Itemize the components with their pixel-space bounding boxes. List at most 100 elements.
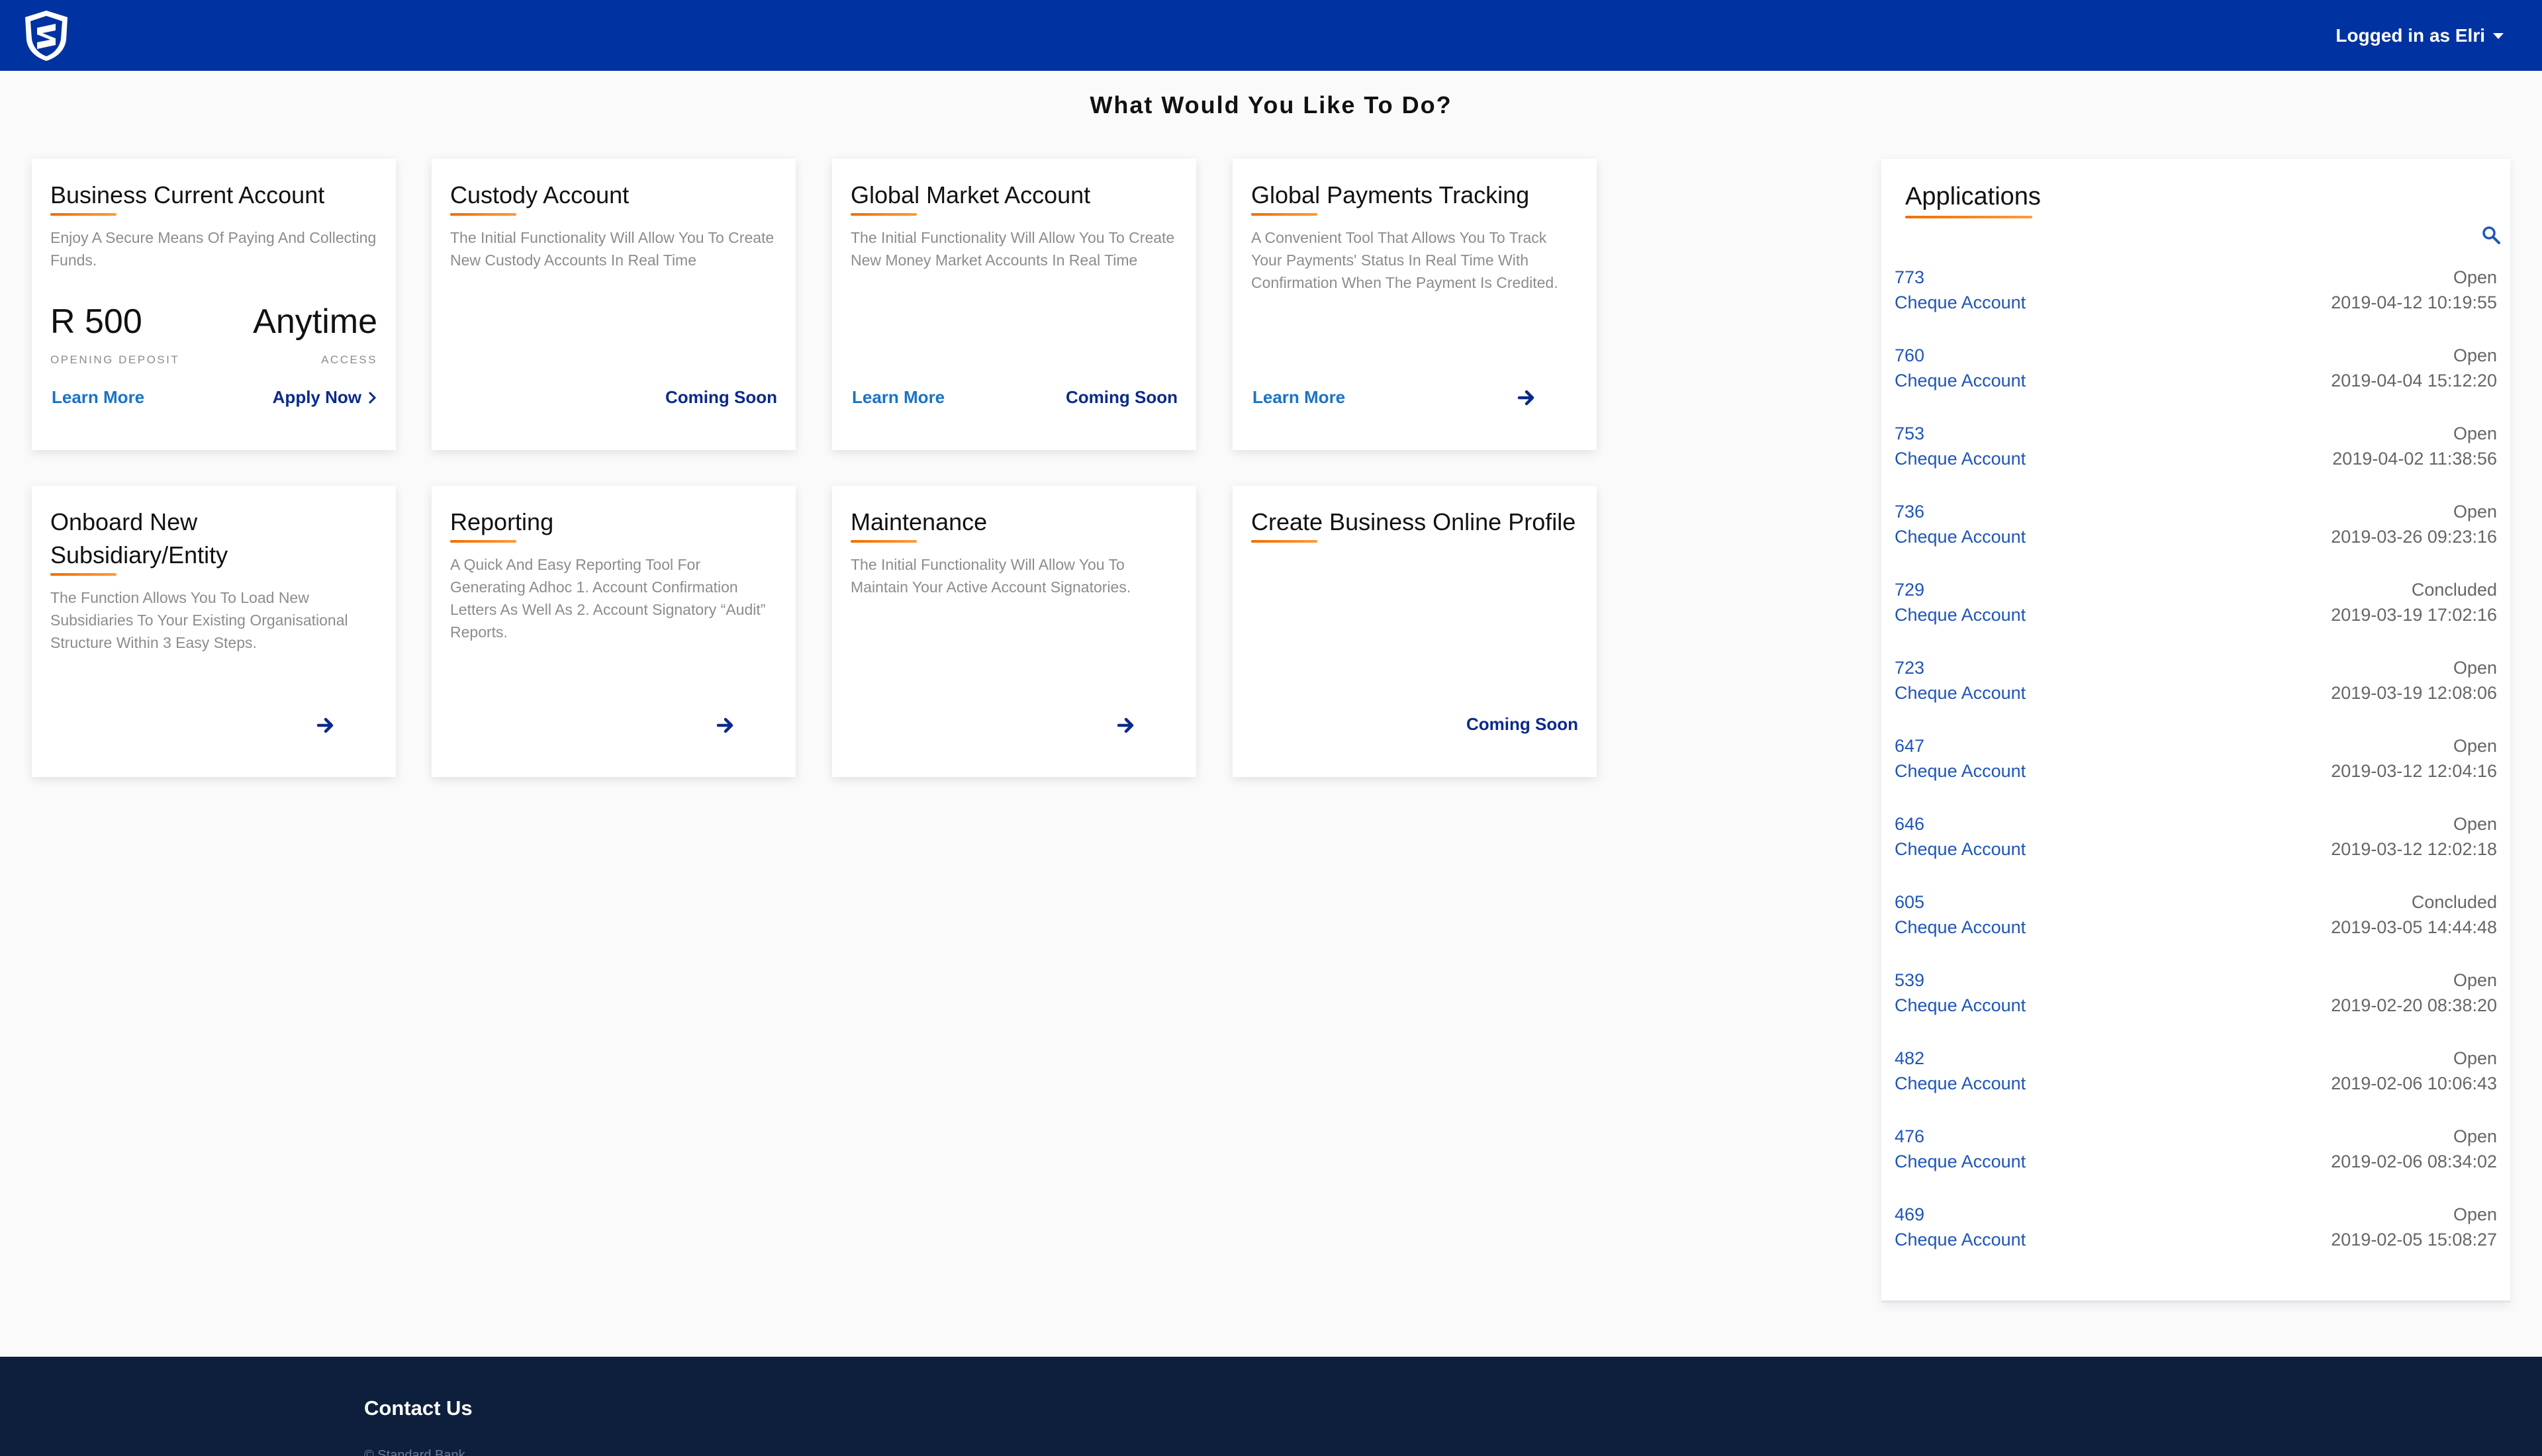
arrow-right-icon[interactable] bbox=[1117, 716, 1135, 735]
application-status: Open bbox=[2453, 1205, 2497, 1224]
arrow-right-icon[interactable] bbox=[1517, 388, 1536, 407]
application-left: 736 Cheque Account bbox=[1895, 499, 2026, 577]
application-left: 646 Cheque Account bbox=[1895, 811, 2026, 889]
application-row[interactable]: 605 Cheque Account Concluded 2019-03-05 14:… bbox=[1895, 889, 2497, 968]
application-date: 2019-03-05 14:44:48 bbox=[2331, 917, 2497, 937]
application-right: Open 2019-02-06 10:06:43 bbox=[2331, 1046, 2497, 1124]
learn-more-link[interactable]: Learn More bbox=[1252, 387, 1345, 408]
application-id[interactable]: 482 bbox=[1895, 1046, 2026, 1071]
application-id[interactable]: 605 bbox=[1895, 889, 2026, 915]
coming-soon-label[interactable]: Coming Soon bbox=[1466, 714, 1578, 735]
application-row[interactable]: 753 Cheque Account Open 2019-04-02 11:38:56 bbox=[1895, 421, 2497, 499]
title-underline bbox=[1905, 216, 2032, 218]
arrow-right-icon[interactable] bbox=[316, 716, 335, 735]
application-row[interactable]: 539 Cheque Account Open 2019-02-20 08:38:20 bbox=[1895, 968, 2497, 1046]
application-status: Open bbox=[2453, 736, 2497, 756]
application-type[interactable]: Cheque Account bbox=[1895, 680, 2026, 705]
card-maintenance: Maintenance The Initial Functionality Wi… bbox=[832, 486, 1196, 777]
card-footer: Coming Soon bbox=[451, 387, 777, 408]
application-id[interactable]: 647 bbox=[1895, 733, 2026, 758]
chevron-right-icon bbox=[368, 391, 377, 404]
application-row[interactable]: 482 Cheque Account Open 2019-02-06 10:06:43 bbox=[1895, 1046, 2497, 1124]
application-right: Open 2019-02-06 08:34:02 bbox=[2331, 1124, 2497, 1202]
user-menu[interactable]: Logged in as Elri bbox=[2335, 25, 2504, 46]
learn-more-link[interactable]: Learn More bbox=[852, 387, 945, 408]
application-left: 729 Cheque Account bbox=[1895, 577, 2026, 655]
title-underline bbox=[450, 213, 516, 216]
coming-soon-label[interactable]: Coming Soon bbox=[1066, 387, 1178, 408]
application-status: Open bbox=[2453, 814, 2497, 834]
application-left: 539 Cheque Account bbox=[1895, 968, 2026, 1046]
card-business-current-account: Business Current Account Enjoy A Secure … bbox=[32, 159, 396, 450]
application-right: Open 2019-03-12 12:02:18 bbox=[2331, 811, 2497, 889]
application-type[interactable]: Cheque Account bbox=[1895, 290, 2026, 315]
application-id[interactable]: 729 bbox=[1895, 577, 2026, 602]
application-id[interactable]: 469 bbox=[1895, 1202, 2026, 1227]
shield-logo-icon[interactable] bbox=[23, 9, 70, 62]
title-underline bbox=[50, 213, 117, 216]
application-right: Open 2019-04-12 10:19:55 bbox=[2331, 265, 2497, 343]
application-type[interactable]: Cheque Account bbox=[1895, 524, 2026, 549]
card-title: Reporting bbox=[450, 508, 554, 535]
application-type[interactable]: Cheque Account bbox=[1895, 446, 2026, 471]
application-row[interactable]: 647 Cheque Account Open 2019-03-12 12:04:16 bbox=[1895, 733, 2497, 811]
application-row[interactable]: 736 Cheque Account Open 2019-03-26 09:23:16 bbox=[1895, 499, 2497, 577]
application-date: 2019-02-05 15:08:27 bbox=[2331, 1230, 2497, 1250]
application-right: Concluded 2019-03-19 17:02:16 bbox=[2331, 577, 2497, 655]
application-row[interactable]: 760 Cheque Account Open 2019-04-04 15:12:20 bbox=[1895, 343, 2497, 421]
application-row[interactable]: 469 Cheque Account Open 2019-02-05 15:08:27 bbox=[1895, 1202, 2497, 1280]
card-footer: Learn More Apply Now bbox=[52, 387, 377, 408]
application-date: 2019-03-12 12:02:18 bbox=[2331, 839, 2497, 859]
application-id[interactable]: 736 bbox=[1895, 499, 2026, 524]
application-right: Concluded 2019-03-05 14:44:48 bbox=[2331, 889, 2497, 968]
application-row[interactable]: 646 Cheque Account Open 2019-03-12 12:02:18 bbox=[1895, 811, 2497, 889]
card-footer: Learn More Coming Soon bbox=[852, 387, 1178, 408]
application-id[interactable]: 646 bbox=[1895, 811, 2026, 837]
application-id[interactable]: 760 bbox=[1895, 343, 2026, 368]
apply-now-link[interactable]: Apply Now bbox=[273, 387, 377, 408]
application-type[interactable]: Cheque Account bbox=[1895, 915, 2026, 940]
application-id[interactable]: 773 bbox=[1895, 265, 2026, 290]
application-type[interactable]: Cheque Account bbox=[1895, 1149, 2026, 1174]
application-left: 469 Cheque Account bbox=[1895, 1202, 2026, 1280]
card-global-payments-tracking: Global Payments Tracking A Convenient To… bbox=[1233, 159, 1597, 450]
card-onboard-new-subsidiary: Onboard New Subsidiary/Entity The Functi… bbox=[32, 486, 396, 777]
caret-down-icon bbox=[2493, 33, 2504, 39]
applications-panel: Applications 773 Cheque Account Open 2019-0… bbox=[1881, 159, 2510, 1302]
card-description: The Initial Functionality Will Allow You… bbox=[851, 229, 1175, 269]
application-type[interactable]: Cheque Account bbox=[1895, 368, 2026, 393]
card-description: Enjoy A Secure Means Of Paying And Colle… bbox=[50, 229, 377, 269]
application-date: 2019-04-04 15:12:20 bbox=[2331, 371, 2497, 390]
application-row[interactable]: 729 Cheque Account Concluded 2019-03-19 17:… bbox=[1895, 577, 2497, 655]
application-type[interactable]: Cheque Account bbox=[1895, 1071, 2026, 1096]
application-status: Open bbox=[2453, 502, 2497, 522]
search-icon[interactable] bbox=[2481, 225, 2501, 245]
application-id[interactable]: 723 bbox=[1895, 655, 2026, 680]
arrow-right-icon[interactable] bbox=[716, 716, 735, 735]
coming-soon-label[interactable]: Coming Soon bbox=[665, 387, 777, 408]
user-menu-label: Logged in as Elri bbox=[2335, 24, 2485, 46]
application-row[interactable]: 773 Cheque Account Open 2019-04-12 10:19:55 bbox=[1895, 265, 2497, 343]
footer-contact-title[interactable]: Contact Us bbox=[364, 1396, 473, 1420]
application-id[interactable]: 539 bbox=[1895, 968, 2026, 993]
application-id[interactable]: 753 bbox=[1895, 421, 2026, 446]
learn-more-link[interactable]: Learn More bbox=[52, 387, 144, 408]
application-type[interactable]: Cheque Account bbox=[1895, 1227, 2026, 1252]
application-left: 647 Cheque Account bbox=[1895, 733, 2026, 811]
application-row[interactable]: 723 Cheque Account Open 2019-03-19 12:08:06 bbox=[1895, 655, 2497, 733]
application-id[interactable]: 476 bbox=[1895, 1124, 2026, 1149]
application-type[interactable]: Cheque Account bbox=[1895, 837, 2026, 862]
application-type[interactable]: Cheque Account bbox=[1895, 758, 2026, 784]
application-type[interactable]: Cheque Account bbox=[1895, 993, 2026, 1018]
application-left: 482 Cheque Account bbox=[1895, 1046, 2026, 1124]
card-footer: Learn More bbox=[1252, 387, 1578, 408]
apply-now-label: Apply Now bbox=[272, 387, 361, 407]
application-row[interactable]: 476 Cheque Account Open 2019-02-06 08:34:02 bbox=[1895, 1124, 2497, 1202]
title-underline bbox=[50, 573, 117, 576]
card-create-business-online-profile: Create Business Online Profile Coming So… bbox=[1233, 486, 1597, 777]
application-status: Open bbox=[2453, 970, 2497, 990]
card-global-market-account: Global Market Account The Initial Functi… bbox=[832, 159, 1196, 450]
application-type[interactable]: Cheque Account bbox=[1895, 602, 2026, 627]
stat-value: R 500 bbox=[50, 302, 142, 341]
card-description: A Quick And Easy Reporting Tool For Gene… bbox=[450, 556, 766, 641]
